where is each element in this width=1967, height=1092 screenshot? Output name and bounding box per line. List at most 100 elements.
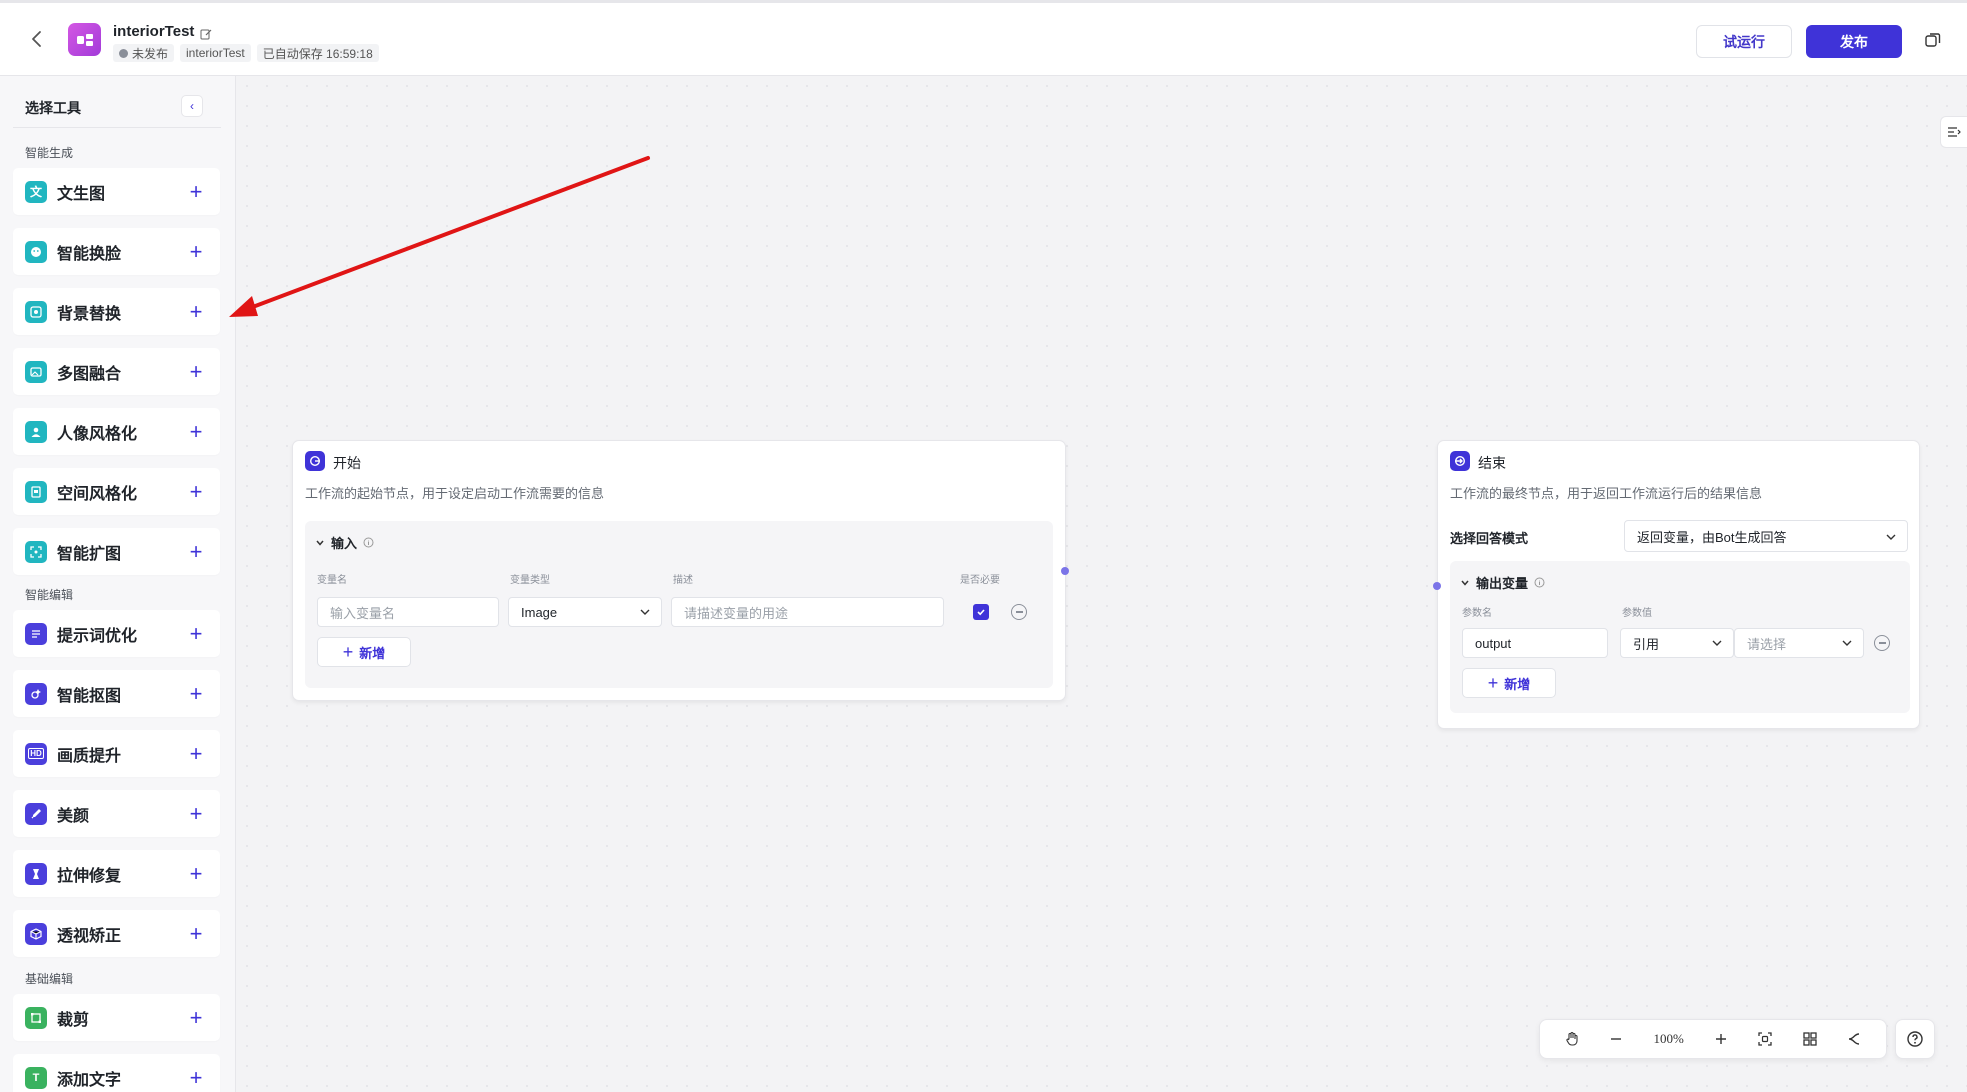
perspective-cube-icon <box>25 922 47 945</box>
hd-icon: HD <box>25 742 47 765</box>
publish-status-badge: 未发布 <box>113 44 175 62</box>
sidebar-divider <box>13 127 221 128</box>
start-node-icon <box>305 451 325 471</box>
clock-icon <box>119 48 128 58</box>
col-var-type: 变量类型 <box>510 575 550 586</box>
start-node-output-port[interactable] <box>1061 567 1069 575</box>
add-text-icon: T <box>25 1066 47 1089</box>
add-output-variable-button[interactable]: + 新增 <box>1462 668 1556 698</box>
var-desc-input[interactable]: 请描述变量的用途 <box>671 597 944 627</box>
tool-background-replace[interactable]: 背景替换 + <box>13 288 220 335</box>
chevron-down-icon <box>640 609 650 615</box>
end-node-input-port[interactable] <box>1433 582 1441 590</box>
add-icon[interactable]: + <box>186 922 206 944</box>
start-node[interactable]: 开始 工作流的起始节点，用于设定启动工作流需要的信息 输入 变量名 变量类型 描… <box>292 440 1066 701</box>
app-name-tag: interiorTest <box>180 44 251 62</box>
var-type-select[interactable]: Image <box>508 597 662 627</box>
end-node-icon <box>1450 451 1470 471</box>
param-ref-select[interactable]: 引用 <box>1620 628 1734 658</box>
multi-image-merge-icon <box>25 360 47 383</box>
col-desc: 描述 <box>673 575 693 586</box>
chevron-down-icon <box>1842 640 1852 646</box>
tool-smart-cutout[interactable]: 智能抠图 + <box>13 670 220 717</box>
text-to-image-icon: 文 <box>25 180 47 203</box>
end-node-title: 结束 <box>1478 455 1506 471</box>
param-name-input[interactable]: output <box>1462 628 1608 658</box>
answer-mode-select[interactable]: 返回变量，由Bot生成回答 <box>1624 520 1908 552</box>
tool-crop[interactable]: 裁剪 + <box>13 994 220 1041</box>
add-icon[interactable]: + <box>186 180 206 202</box>
tool-portrait-stylize[interactable]: 人像风格化 + <box>13 408 220 455</box>
app-logo-icon <box>68 23 101 56</box>
layout-grid-icon[interactable] <box>1798 1027 1822 1051</box>
tool-beauty[interactable]: 美颜 + <box>13 790 220 837</box>
face-swap-icon <box>25 240 47 263</box>
tool-space-stylize[interactable]: 空间风格化 + <box>13 468 220 515</box>
add-icon[interactable]: + <box>186 480 206 502</box>
tool-image-expand[interactable]: 智能扩图 + <box>13 528 220 575</box>
tool-quality-enhance[interactable]: HD 画质提升 + <box>13 730 220 777</box>
add-icon[interactable]: + <box>186 300 206 322</box>
connector-style-icon[interactable] <box>1842 1027 1866 1051</box>
tool-face-swap[interactable]: 智能换脸 + <box>13 228 220 275</box>
header-tags: 未发布 interiorTest 已自动保存 16:59:18 <box>113 44 379 62</box>
add-icon[interactable]: + <box>186 1066 206 1088</box>
fit-view-icon[interactable] <box>1753 1027 1777 1051</box>
help-icon[interactable] <box>1895 1019 1935 1059</box>
copy-icon[interactable] <box>1923 30 1945 52</box>
add-icon[interactable]: + <box>186 240 206 262</box>
panel-toggle-icon[interactable] <box>1940 116 1967 148</box>
add-icon[interactable]: + <box>186 682 206 704</box>
var-name-input[interactable]: 输入变量名 <box>317 597 499 627</box>
top-header: interiorTest 未发布 interiorTest 已自动保存 16:5… <box>0 0 1967 76</box>
chevron-down-icon <box>1886 534 1896 540</box>
answer-mode-label: 选择回答模式 <box>1450 531 1529 546</box>
remove-output-icon[interactable] <box>1874 635 1890 651</box>
input-section: 输入 变量名 变量类型 描述 是否必要 输入变量名 Image 请描述变量的用途… <box>305 521 1053 688</box>
add-icon[interactable]: + <box>186 360 206 382</box>
image-expand-icon <box>25 540 47 563</box>
col-required: 是否必要 <box>960 575 1000 586</box>
output-section-toggle[interactable]: 输出变量 <box>1460 573 1545 592</box>
portrait-stylize-icon <box>25 420 47 443</box>
sidebar-title: 选择工具 <box>25 100 81 116</box>
input-section-toggle[interactable]: 输入 <box>315 533 374 552</box>
col-var-name: 变量名 <box>317 575 347 586</box>
hand-pan-icon[interactable] <box>1560 1027 1584 1051</box>
prompt-optimize-icon <box>25 622 47 645</box>
space-stylize-icon <box>25 480 47 503</box>
tool-text-to-image[interactable]: 文 文生图 + <box>13 168 220 215</box>
crop-icon <box>25 1006 47 1029</box>
tool-add-text[interactable]: T 添加文字 + <box>13 1054 220 1092</box>
add-icon[interactable]: + <box>186 420 206 442</box>
remove-variable-icon[interactable] <box>1011 604 1027 620</box>
workflow-canvas[interactable]: 开始 工作流的起始节点，用于设定启动工作流需要的信息 输入 变量名 变量类型 描… <box>237 76 1967 1092</box>
add-icon[interactable]: + <box>186 862 206 884</box>
end-node[interactable]: 结束 工作流的最终节点，用于返回工作流运行后的结果信息 选择回答模式 返回变量，… <box>1437 440 1920 729</box>
tool-perspective-correct[interactable]: 透视矫正 + <box>13 910 220 957</box>
add-icon[interactable]: + <box>186 540 206 562</box>
add-icon[interactable]: + <box>186 742 206 764</box>
edit-icon[interactable] <box>200 27 212 40</box>
plus-icon: + <box>342 641 354 662</box>
beauty-brush-icon <box>25 802 47 825</box>
trial-run-button[interactable]: 试运行 <box>1696 25 1792 58</box>
back-arrow-icon[interactable] <box>26 28 48 50</box>
output-section: 输出变量 参数名 参数值 output 引用 请选择 + 新增 <box>1450 561 1910 713</box>
zoom-in-icon[interactable] <box>1709 1027 1733 1051</box>
tool-multi-image-merge[interactable]: 多图融合 + <box>13 348 220 395</box>
zoom-out-icon[interactable] <box>1604 1027 1628 1051</box>
add-icon[interactable]: + <box>186 1006 206 1028</box>
param-value-select[interactable]: 请选择 <box>1734 628 1864 658</box>
canvas-toolbar: 100% <box>1539 1019 1887 1059</box>
collapse-sidebar-icon[interactable]: ‹ <box>181 95 203 117</box>
add-input-variable-button[interactable]: + 新增 <box>317 637 411 667</box>
smart-cutout-icon <box>25 682 47 705</box>
required-checkbox[interactable] <box>973 604 989 620</box>
add-icon[interactable]: + <box>186 802 206 824</box>
add-icon[interactable]: + <box>186 622 206 644</box>
tool-prompt-optimize[interactable]: 提示词优化 + <box>13 610 220 657</box>
publish-button[interactable]: 发布 <box>1806 25 1902 58</box>
chevron-down-icon <box>1461 580 1469 586</box>
tool-stretch-repair[interactable]: 拉伸修复 + <box>13 850 220 897</box>
